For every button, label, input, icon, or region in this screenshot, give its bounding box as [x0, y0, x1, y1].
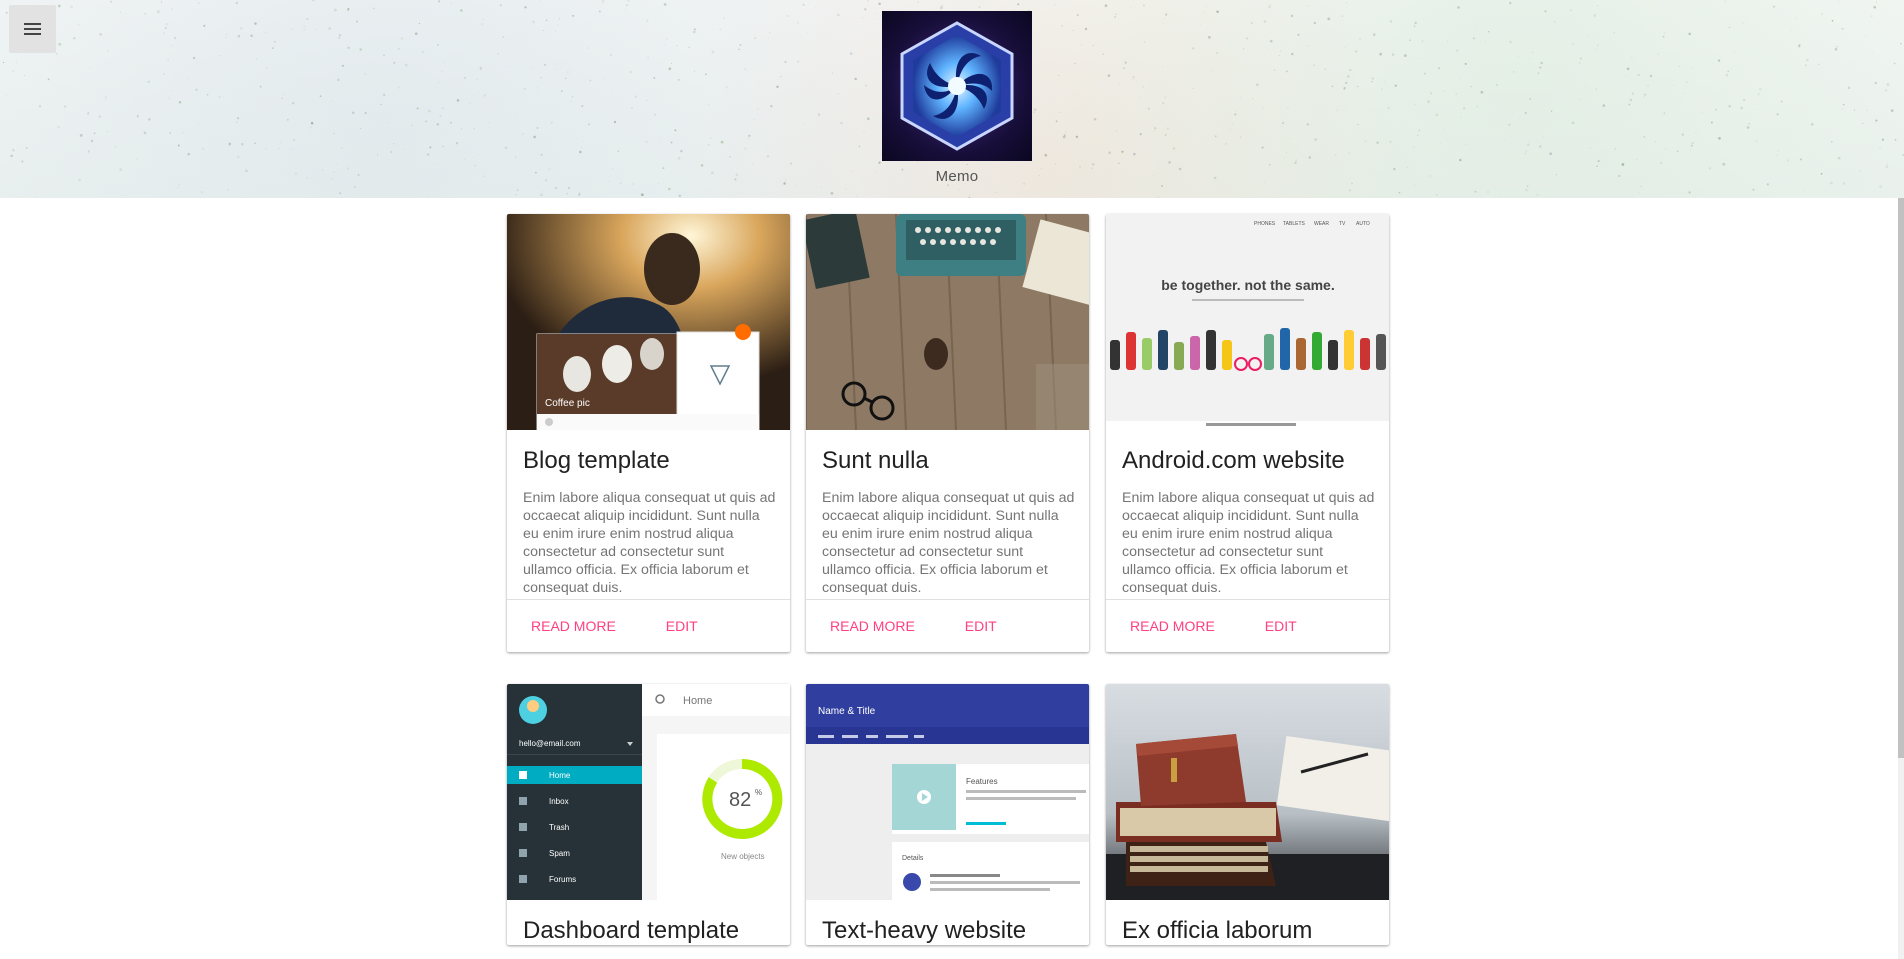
- text-heavy-header: Name & Title: [818, 706, 876, 717]
- gauge-unit: %: [755, 788, 762, 797]
- heroes-swirl-icon: [885, 14, 1029, 158]
- text-heavy-details: Details: [902, 855, 924, 862]
- card-title: Android.com website: [1122, 447, 1345, 474]
- card-image: [806, 214, 1089, 430]
- dashboard-nav-trash: Trash: [549, 823, 569, 832]
- android-nav-phones: PHONES: [1254, 221, 1276, 227]
- card-body: Enim labore aliqua consequat ut quis ad …: [822, 490, 1075, 596]
- android-nav-wear: WEAR: [1314, 221, 1329, 227]
- hamburger-menu-icon: [23, 23, 41, 35]
- dashboard-nav-home: Home: [549, 771, 571, 780]
- menu-button[interactable]: [9, 5, 56, 53]
- read-more-button[interactable]: Read more: [515, 610, 632, 642]
- android-nav-tablets: TABLETS: [1283, 221, 1306, 227]
- scrollbar-thumb[interactable]: [1898, 198, 1904, 758]
- gauge-value: 82: [729, 789, 751, 811]
- logo-label: Memo: [935, 168, 979, 185]
- card-image: PHONES TABLETS WEAR TV AUTO be together.…: [1106, 214, 1389, 430]
- read-more-button[interactable]: Read more: [814, 610, 931, 642]
- card-image: [1106, 684, 1389, 900]
- edit-button[interactable]: Edit: [650, 610, 714, 642]
- card-android-website: PHONES TABLETS WEAR TV AUTO be together.…: [1106, 214, 1389, 652]
- card-actions: Read more Edit: [507, 599, 790, 652]
- card-blog-template: Coffee pic Blog template Enim labore ali…: [507, 214, 790, 652]
- edit-button[interactable]: Edit: [949, 610, 1013, 642]
- dashboard-nav-forums: Forums: [549, 875, 576, 884]
- card-image: hello@email.com Home Inbox Trash Spam Fo…: [507, 684, 790, 900]
- text-heavy-features: Features: [966, 777, 998, 786]
- scrollbar[interactable]: [1898, 198, 1904, 959]
- card-image: Name & Title Features Details: [806, 684, 1089, 900]
- card-title: Sunt nulla: [822, 447, 929, 474]
- card-image: Coffee pic: [507, 214, 790, 430]
- dashboard-email: hello@email.com: [519, 739, 581, 748]
- dashboard-nav-inbox: Inbox: [549, 797, 569, 806]
- dashboard-nav-spam: Spam: [549, 849, 570, 858]
- read-more-button[interactable]: Read more: [1114, 610, 1231, 642]
- coffee-pic-caption: Coffee pic: [545, 398, 590, 409]
- card-ex-officia-laborum: Ex officia laborum: [1106, 684, 1389, 945]
- card-title: Dashboard template: [523, 917, 740, 944]
- android-headline: be together. not the same.: [1161, 277, 1334, 293]
- card-title: Ex officia laborum: [1122, 917, 1313, 944]
- card-dashboard-template: hello@email.com Home Inbox Trash Spam Fo…: [507, 684, 790, 945]
- android-nav-tv: TV: [1339, 221, 1346, 227]
- card-actions: Read more Edit: [806, 599, 1089, 652]
- card-body: Enim labore aliqua consequat ut quis ad …: [1122, 490, 1375, 596]
- edit-button[interactable]: Edit: [1249, 610, 1313, 642]
- android-nav-auto: AUTO: [1356, 221, 1370, 227]
- card-sunt-nulla: Sunt nulla Enim labore aliqua consequat …: [806, 214, 1089, 652]
- header-banner: Memo: [0, 0, 1904, 198]
- card-actions: Read more Edit: [1106, 599, 1389, 652]
- gauge-label: New objects: [721, 852, 765, 861]
- card-title: Blog template: [523, 447, 670, 474]
- card-title: Text-heavy website: [822, 917, 1027, 944]
- card-body: Enim labore aliqua consequat ut quis ad …: [523, 490, 776, 596]
- card-text-heavy-website: Name & Title Features Details Text-heavy…: [806, 684, 1089, 945]
- logo: [882, 11, 1032, 161]
- dashboard-search-text: Home: [683, 695, 712, 707]
